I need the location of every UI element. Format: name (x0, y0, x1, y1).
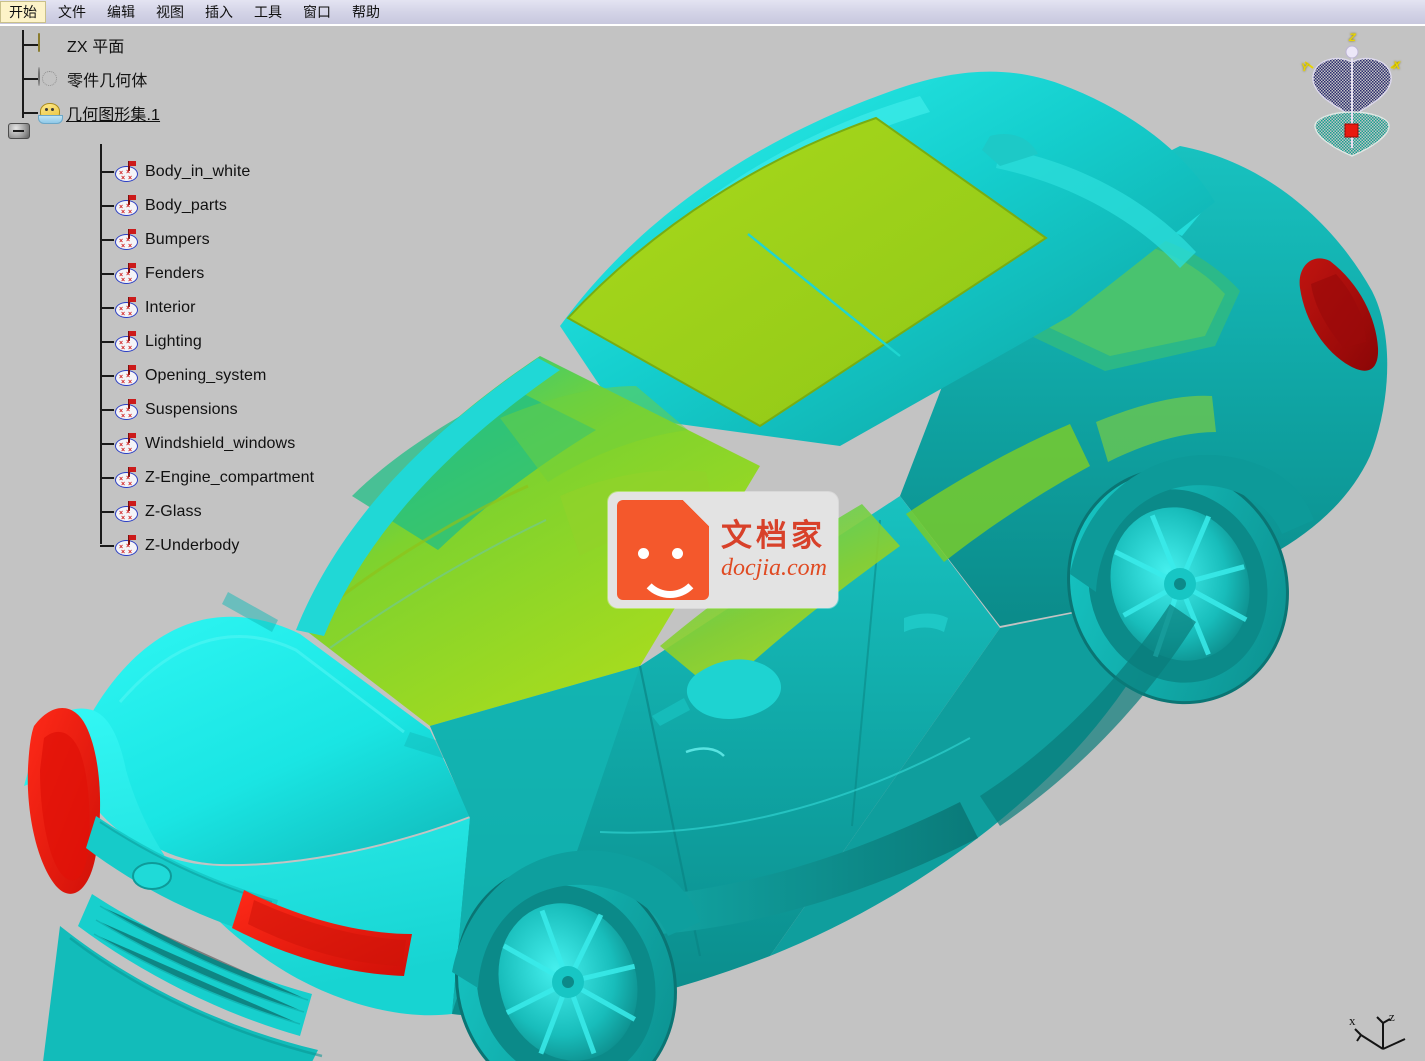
tree-branch-line (100, 545, 114, 547)
open-body-icon: × × × × (114, 467, 140, 489)
open-body-icon: × × × × (114, 161, 140, 183)
tree-item-label: Opening_system (145, 367, 267, 384)
compass-axis-z-label: Z (1349, 32, 1356, 44)
solid-body-icon (38, 67, 62, 90)
tree-item-lighting[interactable]: × × × × Lighting (114, 329, 202, 355)
tree-branch-line (100, 307, 114, 309)
tree-branch-line (100, 239, 114, 241)
axis-triad-indicator: x z (1343, 1009, 1417, 1057)
open-body-icon: × × × × (114, 433, 140, 455)
compass-axis-y-label: Y (1301, 62, 1309, 74)
tree-branch-line (100, 409, 114, 411)
open-body-icon: × × × × (114, 331, 140, 353)
tree-branch-line (100, 375, 114, 377)
3d-viewport[interactable]: ZX 平面 零件几何体 几何图形集.1 × × × × Body_in_whit… (0, 26, 1425, 1061)
open-body-icon: × × × × (114, 263, 140, 285)
tree-branch-line (100, 443, 114, 445)
tree-item-body-parts[interactable]: × × × × Body_parts (114, 193, 227, 219)
tree-item-label: Fenders (145, 265, 205, 282)
menu-item-start[interactable]: 开始 (0, 1, 46, 23)
tree-item-geometrical-set[interactable]: 几何图形集.1 (38, 100, 160, 126)
tree-branch-line (100, 273, 114, 275)
document-smiley-icon (617, 500, 709, 600)
open-body-icon: × × × × (114, 399, 140, 421)
plane-icon (38, 33, 62, 56)
menu-bar: 开始 文件 编辑 视图 插入 工具 窗口 帮助 (0, 0, 1425, 26)
tree-branch-line (100, 341, 114, 343)
tree-item-label: Interior (145, 299, 196, 316)
tree-item-windshield-windows[interactable]: × × × × Windshield_windows (114, 431, 295, 457)
compass-axis-x-label: X (1393, 60, 1401, 72)
watermark-title: 文档家 (721, 518, 826, 554)
menu-item-view[interactable]: 视图 (147, 1, 193, 23)
tree-item-label: Windshield_windows (145, 435, 296, 452)
tree-item-label: Z-Engine_compartment (145, 469, 315, 486)
tree-item-z-engine-compartment[interactable]: × × × × Z-Engine_compartment (114, 465, 314, 491)
tree-branch-line (22, 112, 38, 114)
tree-item-label: Lighting (145, 333, 202, 350)
menu-item-file[interactable]: 文件 (49, 1, 95, 23)
tree-item-interior[interactable]: × × × × Interior (114, 295, 196, 321)
tree-item-label: Z-Glass (145, 503, 202, 520)
tree-item-label: Z-Underbody (145, 537, 240, 554)
tree-item-label: 几何图形集.1 (66, 107, 161, 124)
open-body-icon: × × × × (114, 297, 140, 319)
tree-branch-line (100, 477, 114, 479)
tree-item-part-body[interactable]: 零件几何体 (38, 66, 148, 92)
menu-item-tools[interactable]: 工具 (245, 1, 291, 23)
menu-item-edit[interactable]: 编辑 (98, 1, 144, 23)
menu-item-insert[interactable]: 插入 (196, 1, 242, 23)
geometrical-set-icon (38, 103, 63, 124)
tree-item-fenders[interactable]: × × × × Fenders (114, 261, 204, 287)
tree-branch-line (100, 205, 114, 207)
tree-branch-line (22, 44, 38, 46)
open-body-icon: × × × × (114, 365, 140, 387)
specification-tree[interactable]: ZX 平面 零件几何体 几何图形集.1 × × × × Body_in_whit… (0, 26, 314, 556)
tree-item-label: ZX 平面 (67, 39, 125, 56)
tree-item-label: Bumpers (145, 231, 210, 248)
open-body-icon: × × × × (114, 501, 140, 523)
tree-item-bumpers[interactable]: × × × × Bumpers (114, 227, 210, 253)
tree-branch-line (100, 171, 114, 173)
open-body-icon: × × × × (114, 535, 140, 557)
tree-branch-line (22, 78, 38, 80)
tree-item-z-underbody[interactable]: × × × × Z-Underbody (114, 533, 239, 559)
open-body-icon: × × × × (114, 195, 140, 217)
watermark-url: docjia.com (721, 555, 827, 581)
tree-expand-handle[interactable] (8, 123, 30, 139)
tree-item-label: Body_in_white (145, 163, 251, 180)
triad-z-label: z (1389, 1009, 1395, 1024)
triad-x-label: x (1349, 1013, 1356, 1028)
tree-item-body-in-white[interactable]: × × × × Body_in_white (114, 159, 250, 185)
menu-item-window[interactable]: 窗口 (294, 1, 340, 23)
watermark-logo: 文档家 docjia.com (608, 492, 838, 608)
tree-item-zx-plane[interactable]: ZX 平面 (38, 32, 124, 58)
navigation-compass[interactable]: Z Y X (1297, 30, 1407, 160)
open-body-icon: × × × × (114, 229, 140, 251)
tree-item-suspensions[interactable]: × × × × Suspensions (114, 397, 238, 423)
menu-item-help[interactable]: 帮助 (343, 1, 389, 23)
tree-item-opening-system[interactable]: × × × × Opening_system (114, 363, 266, 389)
tree-child-trunk-line (100, 144, 102, 544)
tree-item-label: 零件几何体 (67, 73, 148, 90)
tree-item-label: Body_parts (145, 197, 227, 214)
tree-item-z-glass[interactable]: × × × × Z-Glass (114, 499, 202, 525)
tree-branch-line (100, 511, 114, 513)
tree-item-label: Suspensions (145, 401, 238, 418)
